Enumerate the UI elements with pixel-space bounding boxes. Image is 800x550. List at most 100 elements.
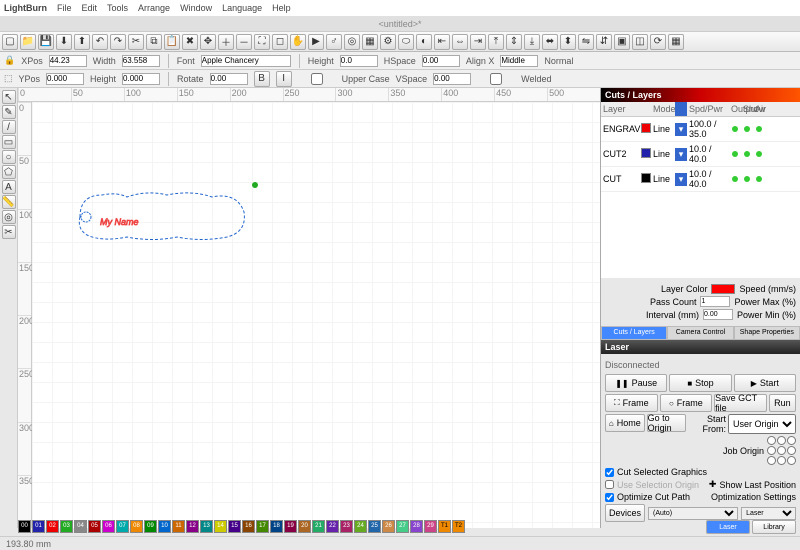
import-icon[interactable]: ⬇ xyxy=(56,34,72,50)
polygon-tool-icon[interactable]: ⬠ xyxy=(2,165,16,179)
pass-count-input[interactable] xyxy=(700,296,730,307)
frame-button[interactable]: ⛶Frame xyxy=(605,394,658,412)
palette-color[interactable]: 09 xyxy=(144,520,157,533)
align-c-icon[interactable]: ⇔ xyxy=(452,34,468,50)
canvas[interactable]: My Name xyxy=(32,102,600,528)
cut-selected-check[interactable] xyxy=(605,468,614,477)
palette-color[interactable]: 06 xyxy=(102,520,115,533)
chevron-down-icon[interactable]: ▾ xyxy=(675,148,687,161)
ellipse-tool-icon[interactable]: ○ xyxy=(2,150,16,164)
alignx-input[interactable] xyxy=(500,55,538,67)
layer-row[interactable]: ENGRAVE Line ▾ 100.0 / 35.0 xyxy=(601,117,800,142)
ypos-input[interactable] xyxy=(46,73,84,85)
menu-tools[interactable]: Tools xyxy=(107,3,128,13)
width-input[interactable] xyxy=(122,55,160,67)
text-tool-icon[interactable]: A xyxy=(2,180,16,194)
save-gcode-button[interactable]: Save GCT file xyxy=(714,394,767,412)
menu-help[interactable]: Help xyxy=(272,3,291,13)
array-icon[interactable]: ▦ xyxy=(362,34,378,50)
chevron-down-icon[interactable]: ▾ xyxy=(675,123,687,136)
delete-icon[interactable]: ✖ xyxy=(182,34,198,50)
weld-icon[interactable]: ⬭ xyxy=(398,34,414,50)
layer-row[interactable]: CUT2 Line ▾ 10.0 / 40.0 xyxy=(601,142,800,167)
output-toggle[interactable] xyxy=(732,151,738,157)
undo-icon[interactable]: ↶ xyxy=(92,34,108,50)
goto-origin-button[interactable]: Go to Origin xyxy=(647,414,687,432)
male-icon[interactable]: ♂ xyxy=(326,34,342,50)
paste-icon[interactable]: 📋 xyxy=(164,34,180,50)
palette-color[interactable]: 23 xyxy=(340,520,353,533)
output-toggle[interactable] xyxy=(732,126,738,132)
palette-color[interactable]: 29 xyxy=(424,520,437,533)
start-from-select[interactable]: User Origin xyxy=(728,414,796,434)
palette-color[interactable]: 18 xyxy=(270,520,283,533)
menu-window[interactable]: Window xyxy=(180,3,212,13)
zoom-in-icon[interactable]: ＋ xyxy=(218,34,234,50)
align-l-icon[interactable]: ⇤ xyxy=(434,34,450,50)
node-tool-icon[interactable]: ✎ xyxy=(2,105,16,119)
chevron-down-icon[interactable]: ▾ xyxy=(675,173,687,186)
output-toggle[interactable] xyxy=(732,176,738,182)
cuts-panel-header[interactable]: Cuts / Layers xyxy=(601,88,800,102)
grid-icon[interactable]: ▦ xyxy=(668,34,684,50)
dist-v-icon[interactable]: ⬍ xyxy=(560,34,576,50)
open-icon[interactable]: 📁 xyxy=(20,34,36,50)
measure-tool-icon[interactable]: 📏 xyxy=(2,195,16,209)
gear-icon[interactable]: ⚙ xyxy=(380,34,396,50)
palette-tool[interactable]: T1 xyxy=(438,520,451,533)
palette-color[interactable]: 15 xyxy=(228,520,241,533)
align-r-icon[interactable]: ⇥ xyxy=(470,34,486,50)
frame-circle-button[interactable]: ○Frame xyxy=(660,394,713,412)
show-toggle[interactable] xyxy=(744,126,750,132)
palette-color[interactable]: 01 xyxy=(32,520,45,533)
air-toggle[interactable] xyxy=(756,151,762,157)
palette-color[interactable]: 12 xyxy=(186,520,199,533)
palette-color[interactable]: 00 xyxy=(18,520,31,533)
rotate-icon[interactable]: ⟳ xyxy=(650,34,666,50)
start-button[interactable]: ▶Start xyxy=(734,374,796,392)
welded-check[interactable] xyxy=(477,73,515,85)
ungroup-icon[interactable]: ◫ xyxy=(632,34,648,50)
air-toggle[interactable] xyxy=(756,176,762,182)
align-m-icon[interactable]: ⇕ xyxy=(506,34,522,50)
laser-panel-header[interactable]: Laser xyxy=(601,340,800,354)
palette-tool[interactable]: T2 xyxy=(452,520,465,533)
show-toggle[interactable] xyxy=(744,151,750,157)
palette-color[interactable]: 27 xyxy=(396,520,409,533)
bool-icon[interactable]: ◐ xyxy=(416,34,432,50)
tab-library[interactable]: Library xyxy=(752,520,796,534)
palette-color[interactable]: 26 xyxy=(382,520,395,533)
menu-arrange[interactable]: Arrange xyxy=(138,3,170,13)
move-icon[interactable]: ✥ xyxy=(200,34,216,50)
tab-camera[interactable]: Camera Control xyxy=(667,326,733,340)
palette-color[interactable]: 25 xyxy=(368,520,381,533)
palette-color[interactable]: 04 xyxy=(74,520,87,533)
xpos-input[interactable] xyxy=(49,55,87,67)
mirror-v-icon[interactable]: ⇵ xyxy=(596,34,612,50)
palette-color[interactable]: 11 xyxy=(172,520,185,533)
stop-button[interactable]: ■Stop xyxy=(669,374,731,392)
align-b-icon[interactable]: ⤓ xyxy=(524,34,540,50)
copy-icon[interactable]: ⧉ xyxy=(146,34,162,50)
export-icon[interactable]: ⬆ xyxy=(74,34,90,50)
home-button[interactable]: ⌂Home xyxy=(605,414,645,432)
palette-color[interactable]: 02 xyxy=(46,520,59,533)
layer-color-swatch[interactable] xyxy=(711,284,735,294)
edit-tool-icon[interactable]: ✂ xyxy=(2,225,16,239)
mirror-h-icon[interactable]: ⇋ xyxy=(578,34,594,50)
uppercase-check[interactable] xyxy=(298,73,336,85)
zoom-fit-icon[interactable]: ⛶ xyxy=(254,34,270,50)
italic-icon[interactable]: I xyxy=(276,71,292,87)
palette-color[interactable]: 24 xyxy=(354,520,367,533)
bold-icon[interactable]: B xyxy=(254,71,270,87)
run-button[interactable]: Run xyxy=(769,394,796,412)
palette-color[interactable]: 08 xyxy=(130,520,143,533)
optimize-check[interactable] xyxy=(605,493,614,502)
dist-h-icon[interactable]: ⬌ xyxy=(542,34,558,50)
new-icon[interactable]: ▢ xyxy=(2,34,18,50)
pause-button[interactable]: ❚❚Pause xyxy=(605,374,667,392)
palette-color[interactable]: 16 xyxy=(242,520,255,533)
cut-icon[interactable]: ✂ xyxy=(128,34,144,50)
tab-cuts[interactable]: Cuts / Layers xyxy=(601,326,667,340)
redo-icon[interactable]: ↷ xyxy=(110,34,126,50)
